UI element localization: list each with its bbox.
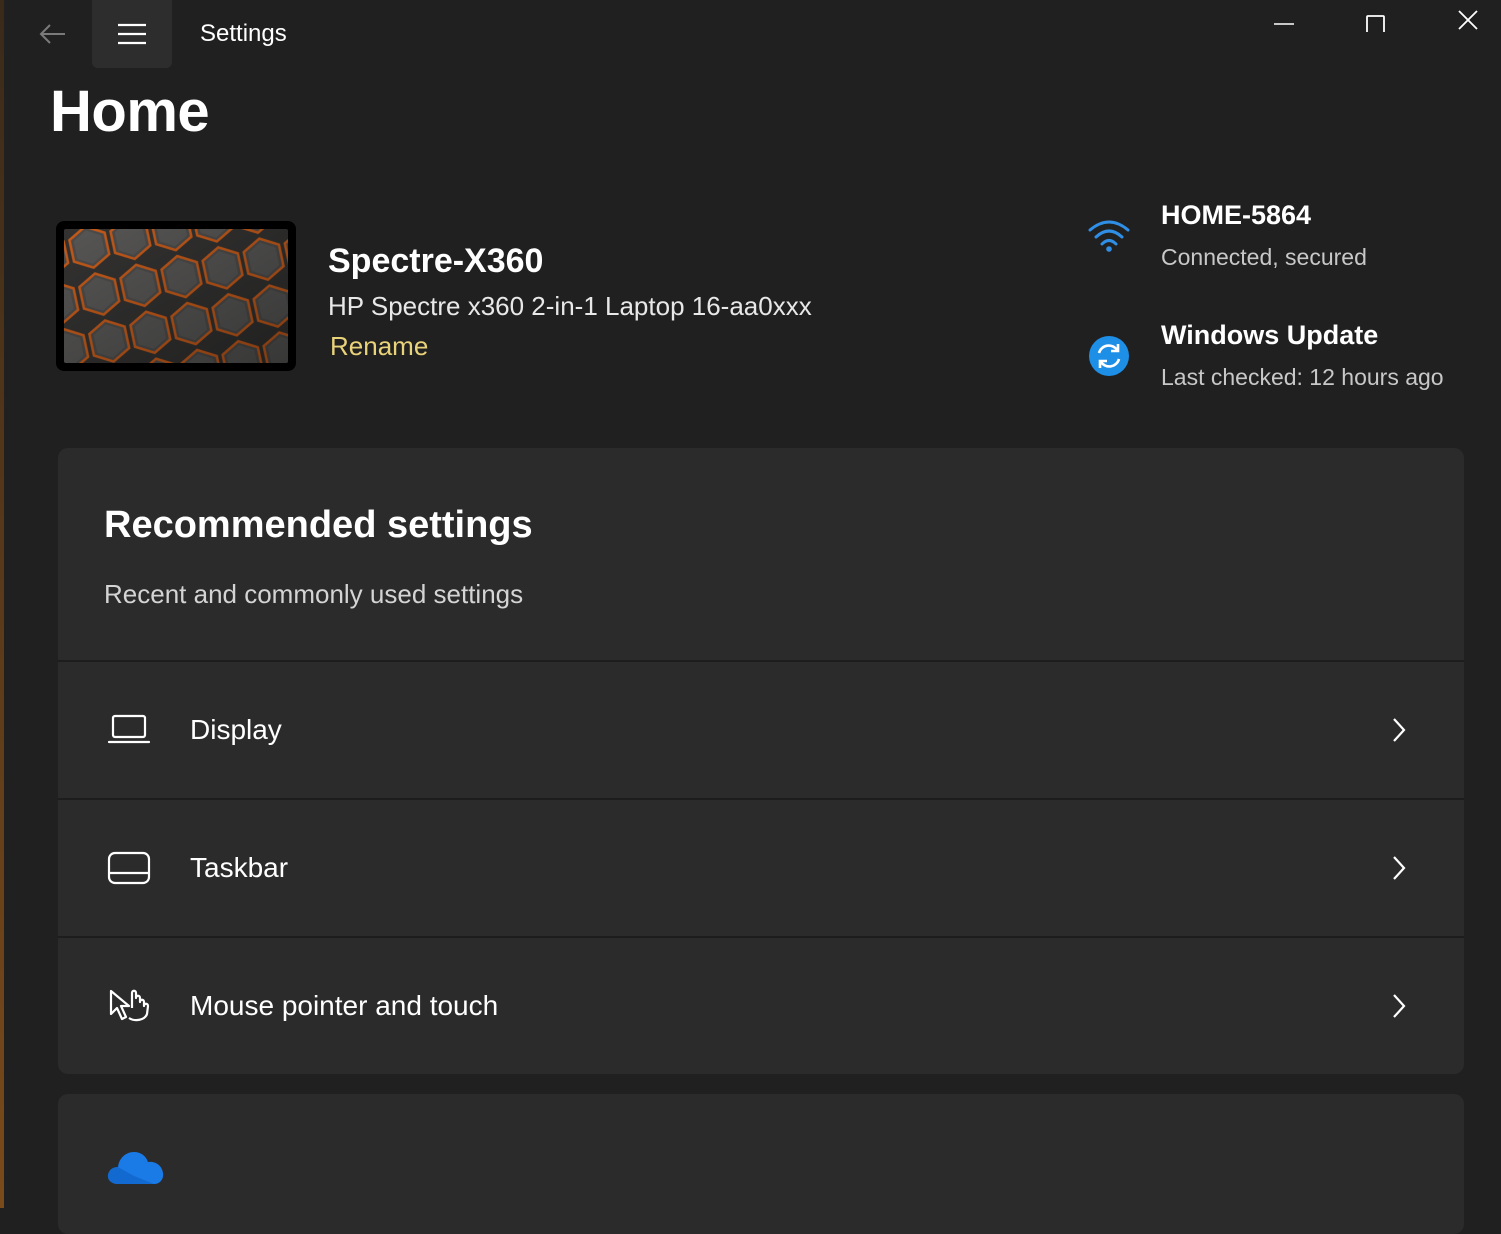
card-subtitle: Recent and commonly used settings bbox=[104, 579, 524, 609]
row-label: Taskbar bbox=[190, 852, 289, 883]
device-wallpaper-thumbnail bbox=[56, 221, 296, 371]
back-arrow-icon bbox=[39, 24, 65, 44]
settings-row-mouse-pointer-touch[interactable]: Mouse pointer and touch bbox=[58, 936, 1464, 1072]
maximize-icon bbox=[1366, 15, 1385, 32]
close-icon bbox=[1458, 10, 1478, 30]
minimize-button[interactable] bbox=[1254, 0, 1314, 40]
network-status: Connected, secured bbox=[1161, 244, 1367, 270]
taskbar-icon bbox=[106, 845, 152, 891]
page-title: Home bbox=[50, 79, 210, 144]
chevron-right-icon bbox=[1384, 850, 1414, 886]
minimize-icon bbox=[1274, 23, 1294, 25]
windows-update-title[interactable]: Windows Update bbox=[1161, 320, 1378, 351]
chevron-right-icon bbox=[1384, 988, 1414, 1024]
settings-row-display[interactable]: Display bbox=[58, 660, 1464, 796]
network-name[interactable]: HOME-5864 bbox=[1161, 200, 1311, 231]
title-bar: Settings bbox=[0, 0, 1501, 68]
wifi-icon bbox=[1087, 214, 1131, 258]
hamburger-icon bbox=[118, 23, 146, 45]
wallpaper-image bbox=[64, 229, 288, 363]
back-button[interactable] bbox=[24, 10, 80, 58]
pointer-touch-icon bbox=[106, 983, 152, 1029]
window-edge bbox=[0, 0, 4, 1208]
row-label: Display bbox=[190, 714, 282, 745]
cloud-icon bbox=[107, 1152, 164, 1184]
navigation-menu-button[interactable] bbox=[92, 0, 172, 68]
sync-icon bbox=[1087, 334, 1131, 378]
row-label: Mouse pointer and touch bbox=[190, 990, 499, 1021]
device-model: HP Spectre x360 2-in-1 Laptop 16-aa0xxx bbox=[328, 291, 812, 321]
laptop-display-icon bbox=[106, 707, 152, 753]
maximize-button[interactable] bbox=[1346, 0, 1406, 40]
close-button[interactable] bbox=[1438, 0, 1498, 40]
onedrive-card bbox=[58, 1094, 1464, 1234]
card-title: Recommended settings bbox=[104, 504, 533, 546]
app-title: Settings bbox=[200, 20, 287, 47]
recommended-settings-card: Recommended settings Recent and commonly… bbox=[58, 448, 1464, 1074]
windows-update-status: Last checked: 12 hours ago bbox=[1161, 364, 1444, 390]
rename-link[interactable]: Rename bbox=[330, 331, 428, 362]
chevron-right-icon bbox=[1384, 712, 1414, 748]
device-name: Spectre-X360 bbox=[328, 242, 544, 280]
settings-row-taskbar[interactable]: Taskbar bbox=[58, 798, 1464, 934]
